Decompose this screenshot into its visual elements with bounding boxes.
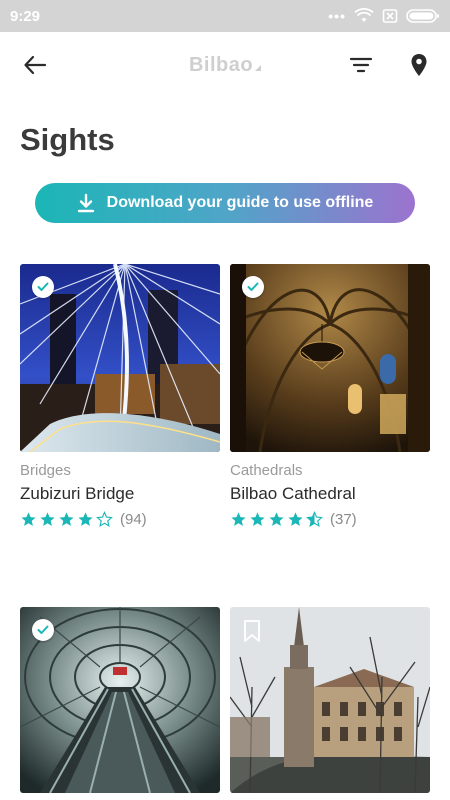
sight-photo bbox=[230, 607, 430, 793]
star-rating: (94) bbox=[20, 511, 147, 528]
star-full-icon bbox=[250, 512, 265, 526]
star-full-icon bbox=[40, 512, 55, 526]
saved-check-badge[interactable] bbox=[242, 276, 264, 298]
check-icon bbox=[37, 625, 49, 634]
sight-card[interactable]: Cathedrals Bilbao Cathedral (37) bbox=[230, 264, 430, 554]
sight-photo bbox=[230, 264, 430, 452]
location-pin-icon bbox=[411, 54, 427, 76]
status-icons: ••• bbox=[328, 8, 440, 24]
star-empty-icon bbox=[96, 511, 113, 528]
sim-off-icon bbox=[382, 9, 398, 23]
review-count: (94) bbox=[120, 511, 147, 528]
star-full-icon bbox=[231, 512, 246, 526]
saved-check-badge[interactable] bbox=[32, 619, 54, 641]
bookmark-icon[interactable] bbox=[242, 619, 262, 643]
status-time: 9:29 bbox=[10, 7, 41, 25]
sight-category: Cathedrals bbox=[230, 462, 303, 479]
battery-icon bbox=[406, 9, 439, 23]
more-dots-icon: ••• bbox=[328, 8, 346, 24]
star-half-icon bbox=[306, 511, 323, 528]
sight-category: Bridges bbox=[20, 462, 71, 479]
check-icon bbox=[247, 282, 259, 291]
sight-title: Bilbao Cathedral bbox=[230, 484, 356, 503]
sight-photo bbox=[20, 607, 220, 793]
sight-card[interactable] bbox=[20, 607, 220, 800]
star-full-icon bbox=[21, 512, 36, 526]
download-icon bbox=[77, 193, 94, 213]
star-full-icon bbox=[78, 512, 93, 526]
top-bar: Bilbao bbox=[0, 32, 450, 98]
download-guide-button[interactable]: Download your guide to use offline bbox=[35, 183, 415, 223]
map-button[interactable] bbox=[404, 50, 434, 80]
status-bar: 9:29 ••• bbox=[0, 0, 450, 32]
filter-icon bbox=[349, 57, 373, 73]
brand-name: Bilbao bbox=[188, 54, 254, 76]
filter-button[interactable] bbox=[346, 52, 376, 78]
saved-check-badge[interactable] bbox=[32, 276, 54, 298]
download-label: Download your guide to use offline bbox=[106, 194, 374, 211]
star-full-icon bbox=[59, 512, 74, 526]
brand-mark-icon bbox=[255, 65, 262, 71]
wifi-icon bbox=[354, 8, 374, 22]
sight-card[interactable] bbox=[230, 607, 430, 800]
star-full-icon bbox=[269, 512, 284, 526]
sight-photo bbox=[20, 264, 220, 452]
page-title: Sights bbox=[20, 122, 115, 157]
brand-logo: Bilbao bbox=[0, 54, 450, 77]
check-icon bbox=[37, 282, 49, 291]
star-full-icon bbox=[288, 512, 303, 526]
star-rating: (37) bbox=[230, 511, 357, 528]
sight-card[interactable]: Bridges Zubizuri Bridge (94) bbox=[20, 264, 220, 554]
review-count: (37) bbox=[330, 511, 357, 528]
sight-title: Zubizuri Bridge bbox=[20, 484, 135, 503]
